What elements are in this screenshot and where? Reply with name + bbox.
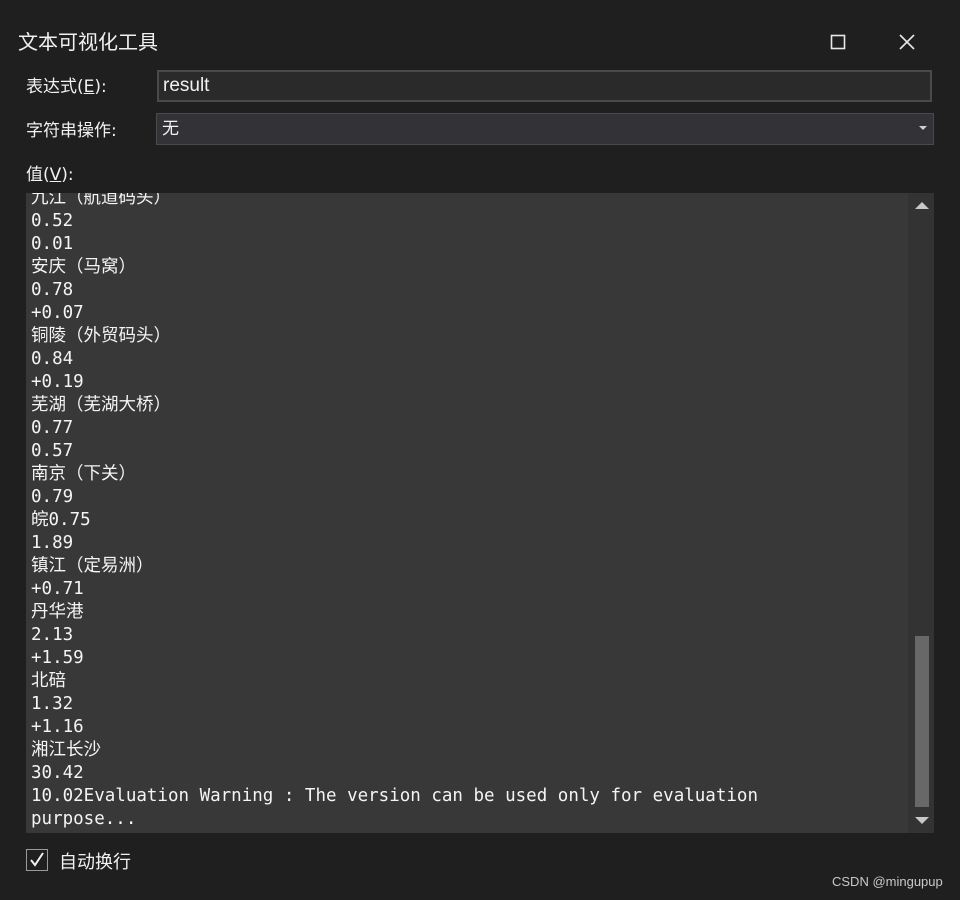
- value-line: +0.07: [31, 303, 84, 323]
- text-visualizer-dialog: 文本可视化工具 表达式(E): result 字符串操作: 无 值(V): 九江…: [0, 0, 960, 900]
- expression-input[interactable]: result: [157, 70, 932, 102]
- watermark: CSDN @mingupup: [832, 874, 943, 889]
- string-operation-select[interactable]: 无: [156, 113, 934, 145]
- value-text-content: 九江（航道码头） 0.52 0.01 安庆（马窝） 0.78 +0.07 铜陵（外贸码头） 0…: [31, 193, 906, 831]
- value-line: 0.79: [31, 487, 74, 507]
- close-button[interactable]: [887, 26, 927, 58]
- value-line: 10.02Evaluation Warning : The version ca…: [31, 786, 758, 806]
- value-line: 0.77: [31, 418, 74, 438]
- vertical-scrollbar[interactable]: [908, 193, 934, 833]
- close-icon: [899, 34, 915, 50]
- word-wrap-label: 自动换行: [59, 852, 131, 873]
- maximize-icon: [830, 34, 846, 50]
- string-operation-label: 字符串操作:: [26, 121, 117, 141]
- scroll-up-arrow-icon[interactable]: [915, 202, 929, 209]
- value-line: 镇江（定易洲）: [31, 556, 154, 576]
- value-line: 30.42: [31, 763, 84, 783]
- value-text-area[interactable]: 九江（航道码头） 0.52 0.01 安庆（马窝） 0.78 +0.07 铜陵（外贸码头） 0…: [26, 193, 934, 833]
- scroll-thumb[interactable]: [915, 636, 929, 807]
- value-line: 2.13: [31, 625, 74, 645]
- value-line: +0.19: [31, 372, 84, 392]
- value-line: 芜湖（芜湖大桥）: [31, 395, 171, 415]
- value-label: 值(V):: [26, 165, 74, 185]
- value-line: 南京（下关）: [31, 464, 136, 484]
- value-line: +0.71: [31, 579, 84, 599]
- value-line: 丹华港: [31, 602, 84, 622]
- maximize-button[interactable]: [818, 26, 858, 58]
- word-wrap-checkbox[interactable]: [26, 849, 48, 871]
- value-line: 0.84: [31, 349, 74, 369]
- value-line: 1.32: [31, 694, 74, 714]
- value-line: 北碚: [31, 671, 66, 691]
- chevron-down-icon: [919, 126, 927, 130]
- value-line: 0.52: [31, 211, 74, 231]
- checkmark-icon: [30, 852, 44, 867]
- dialog-title: 文本可视化工具: [18, 30, 158, 54]
- value-line: 皖0.75: [31, 510, 91, 530]
- value-line: 铜陵（外贸码头）: [31, 326, 171, 346]
- scroll-down-arrow-icon[interactable]: [915, 817, 929, 824]
- value-line: +1.16: [31, 717, 84, 737]
- expression-label: 表达式(E):: [26, 77, 107, 97]
- value-line: purpose...: [31, 809, 137, 829]
- value-line: 0.57: [31, 441, 74, 461]
- value-line: 九江（航道码头）: [31, 193, 171, 208]
- value-line: 0.78: [31, 280, 74, 300]
- value-line: 安庆（马窝）: [31, 257, 136, 277]
- value-line: 湘江长沙: [31, 740, 101, 760]
- value-line: 0.01: [31, 234, 74, 254]
- expression-value: result: [163, 75, 210, 96]
- value-line: +1.59: [31, 648, 84, 668]
- string-operation-selected: 无: [162, 119, 179, 139]
- value-line: 1.89: [31, 533, 74, 553]
